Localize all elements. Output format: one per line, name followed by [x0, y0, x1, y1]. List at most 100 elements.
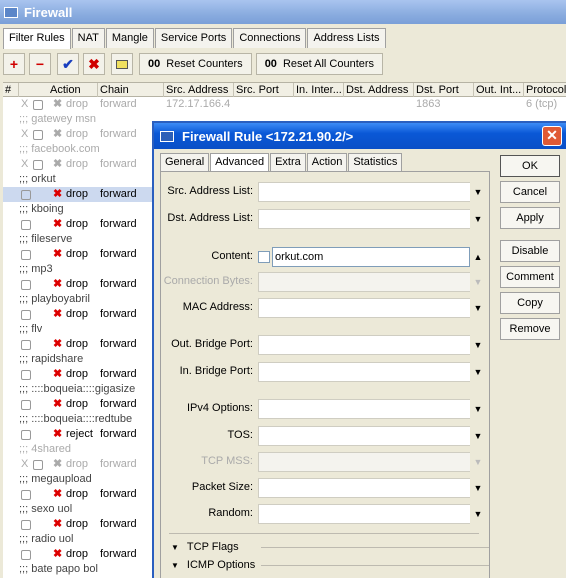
close-button[interactable]: ✕ — [542, 126, 562, 146]
random-field[interactable] — [258, 504, 470, 524]
action-x-icon: ✖ — [53, 128, 63, 140]
in-bridge-port-row: In. Bridge Port: ▼ — [161, 362, 491, 382]
chevron-down-icon[interactable]: ▼ — [470, 399, 486, 419]
tab-filter-rules[interactable]: Filter Rules — [3, 28, 71, 49]
rule-icon — [33, 130, 43, 140]
tos-select[interactable] — [258, 426, 470, 446]
col-src-address[interactable]: Src. Address — [164, 83, 234, 97]
dst-address-list-row: Dst. Address List: ▼ — [161, 209, 491, 229]
chevron-down-icon[interactable]: ▼ — [470, 209, 486, 229]
chevron-down-icon: ▼ — [473, 277, 483, 287]
chevron-down-icon[interactable]: ▼ — [470, 426, 486, 446]
col-src-port[interactable]: Src. Port — [234, 83, 294, 97]
rule-icon — [21, 310, 31, 320]
action-cell: drop — [66, 248, 89, 260]
in-bridge-port-select[interactable] — [258, 362, 470, 382]
plus-icon: + — [9, 56, 19, 72]
out-bridge-port-label: Out. Bridge Port: — [171, 338, 253, 350]
chevron-down-icon[interactable]: ▼ — [470, 478, 486, 498]
chevron-down-icon[interactable]: ▼ — [470, 504, 486, 524]
reset-counters-button[interactable]: 00 Reset Counters — [139, 53, 252, 75]
chevron-up-icon[interactable]: ▲ — [470, 247, 486, 267]
connection-bytes-field — [258, 272, 470, 292]
apply-button[interactable]: Apply — [500, 207, 560, 229]
tos-label: TOS: — [227, 429, 253, 441]
chain-cell: forward — [100, 548, 137, 560]
src-address-list-label: Src. Address List: — [167, 185, 253, 197]
chevron-down-icon[interactable]: ▼ — [470, 298, 486, 318]
comment-text: ;;; playboyabril — [19, 293, 90, 305]
chevron-down-icon: ▼ — [473, 457, 483, 467]
src-address-list-select[interactable] — [258, 182, 470, 202]
action-cell: drop — [66, 188, 89, 200]
col-in-interface[interactable]: In. Inter... — [294, 83, 344, 97]
chain-cell: forward — [100, 128, 137, 140]
disable-button[interactable]: ✖ — [83, 53, 105, 75]
tab-nat[interactable]: NAT — [71, 28, 105, 48]
chain-cell: forward — [100, 308, 137, 320]
chain-cell: forward — [100, 338, 137, 350]
ipv4-options-select[interactable] — [258, 399, 470, 419]
comment-text: ;;; 4shared — [19, 443, 71, 455]
col-protocol[interactable]: Protocol — [524, 83, 566, 97]
rule-icon — [21, 430, 31, 440]
table-row[interactable]: X ✖ drop forward 172.17.166.4 1863 6 (tcp) — [3, 97, 566, 112]
chain-cell: forward — [100, 218, 137, 230]
mac-address-field[interactable] — [258, 298, 470, 318]
disabled-flag: X — [21, 98, 29, 110]
tab-address-lists[interactable]: Address Lists — [307, 28, 386, 48]
icmp-options-section[interactable]: ▼ ICMP Options — [171, 558, 491, 572]
content-not-checkbox[interactable] — [258, 251, 270, 263]
add-button[interactable]: + — [3, 53, 25, 75]
enable-button[interactable]: ✔ — [57, 53, 79, 75]
chevron-down-icon[interactable]: ▼ — [470, 362, 486, 382]
out-bridge-port-select[interactable] — [258, 335, 470, 355]
disable-button[interactable]: Disable — [500, 240, 560, 262]
copy-button[interactable]: Copy — [500, 292, 560, 314]
col-number[interactable]: # — [3, 83, 19, 97]
tab-action[interactable]: Action — [306, 153, 348, 171]
rule-icon — [21, 550, 31, 560]
col-out-interface[interactable]: Out. Int... — [474, 83, 524, 97]
action-cell: drop — [66, 158, 89, 170]
content-input[interactable]: orkut.com — [272, 247, 470, 267]
dst-address-list-select[interactable] — [258, 209, 470, 229]
rule-icon — [33, 460, 43, 470]
col-dst-port[interactable]: Dst. Port — [414, 83, 474, 97]
action-cell: drop — [66, 338, 89, 350]
col-dst-address[interactable]: Dst. Address — [344, 83, 414, 97]
cancel-button[interactable]: Cancel — [500, 181, 560, 203]
tab-connections[interactable]: Connections — [233, 28, 307, 48]
comment-text: ;;; radio uol — [19, 533, 74, 545]
comment-button[interactable] — [111, 53, 133, 75]
comment-button[interactable]: Comment — [500, 266, 560, 288]
tab-extra[interactable]: Extra — [270, 153, 306, 171]
packet-size-field[interactable] — [258, 478, 470, 498]
window-title: Firewall — [24, 4, 73, 20]
divider — [169, 533, 479, 534]
comment-text: ;;; facebook.com — [19, 143, 100, 155]
chain-cell: forward — [100, 368, 137, 380]
content-row: Content: orkut.com ▲ — [161, 247, 491, 267]
tcp-mss-row: TCP MSS: ▼ — [161, 452, 491, 472]
tab-general[interactable]: General — [160, 153, 210, 171]
ipv4-options-label: IPv4 Options: — [186, 402, 253, 414]
chevron-down-icon[interactable]: ▼ — [470, 335, 486, 355]
dst-port-cell: 1863 — [416, 98, 441, 110]
tab-statistics[interactable]: Statistics — [348, 153, 403, 171]
random-row: Random: ▼ — [161, 504, 491, 524]
chevron-down-icon[interactable]: ▼ — [470, 182, 486, 202]
remove-button[interactable]: Remove — [500, 318, 560, 340]
remove-button[interactable]: − — [29, 53, 51, 75]
tab-advanced[interactable]: Advanced — [210, 153, 270, 171]
reset-all-counters-button[interactable]: 00 Reset All Counters — [255, 53, 384, 75]
col-chain[interactable]: Chain — [98, 83, 164, 97]
tab-service-ports[interactable]: Service Ports — [154, 28, 233, 48]
tcp-flags-section[interactable]: ▼ TCP Flags — [171, 540, 491, 554]
tab-mangle[interactable]: Mangle — [105, 28, 154, 48]
ok-button[interactable]: OK — [500, 155, 560, 177]
col-action[interactable]: Action — [48, 83, 98, 97]
src-address-cell: 172.17.166.4 — [166, 98, 231, 110]
rule-icon — [21, 190, 31, 200]
dialog-titlebar[interactable]: Firewall Rule <172.21.90.2/> ✕ — [154, 123, 566, 149]
